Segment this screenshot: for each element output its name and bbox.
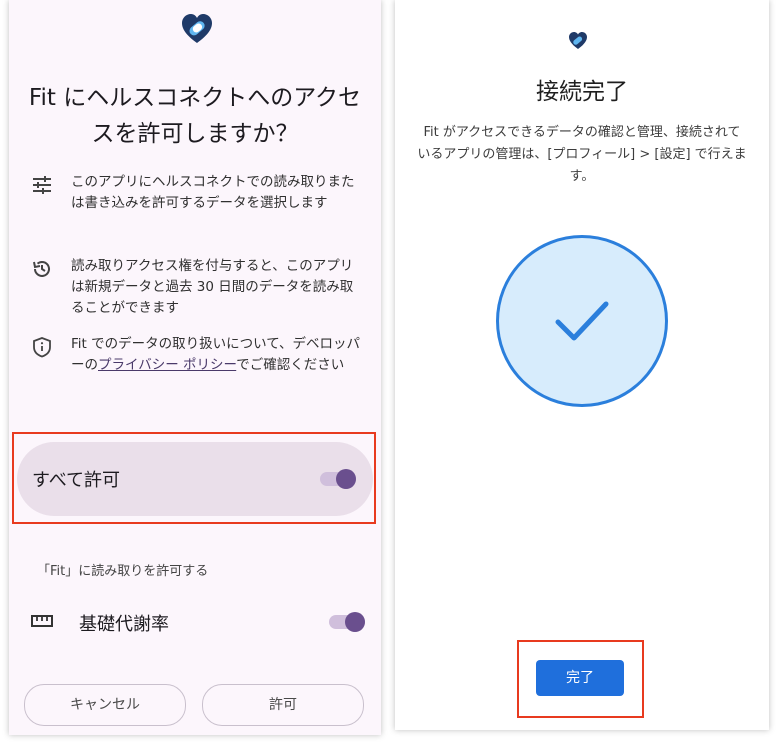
page-title: Fit にヘルスコネクトへのアクセスを許可しますか？ bbox=[28, 85, 362, 147]
info-text-privacy: Fit でのデータの取り扱いについて、デベロッパーのプライバシー ポリシーでご確… bbox=[71, 334, 363, 376]
highlight-allow-all bbox=[12, 432, 376, 524]
health-connect-permission-screen: Fit にヘルスコネクトへのアクセスを許可しますか？ このアプリにヘルスコネクト… bbox=[9, 0, 381, 735]
page-title: 接続完了 bbox=[536, 79, 628, 105]
tune-sliders-icon bbox=[33, 176, 51, 194]
basal-metabolic-rate-toggle[interactable] bbox=[329, 612, 365, 632]
success-circle bbox=[496, 235, 668, 407]
shield-info-icon bbox=[33, 337, 51, 358]
read-permission-section-header: 「Fit」に読み取りを許可する bbox=[37, 564, 209, 579]
cancel-button[interactable]: キャンセル bbox=[24, 684, 186, 726]
check-icon bbox=[555, 301, 609, 341]
toggle-thumb bbox=[345, 612, 365, 632]
permission-row-basal-metabolic-rate[interactable]: 基礎代謝率 bbox=[31, 604, 371, 640]
ruler-icon bbox=[31, 615, 53, 627]
highlight-done-button bbox=[517, 640, 644, 718]
description-text: Fit がアクセスできるデータの確認と管理、接続されているアプリの管理は、[プロ… bbox=[417, 125, 747, 184]
privacy-text-after: でご確認ください bbox=[236, 357, 345, 373]
allow-button[interactable]: 許可 bbox=[202, 684, 364, 726]
history-icon bbox=[33, 260, 50, 277]
connection-complete-screen: 接続完了 Fit がアクセスできるデータの確認と管理、接続されているアプリの管理… bbox=[395, 0, 769, 730]
info-text-select-data: このアプリにヘルスコネクトでの読み取りまたは書き込みを許可するデータを選択します bbox=[71, 174, 355, 211]
info-text-read-history: 読み取りアクセス権を付与すると、このアプリは新規データと過去 30 日間のデータ… bbox=[71, 258, 354, 316]
privacy-policy-link[interactable]: プライバシー ポリシー bbox=[98, 357, 236, 373]
permission-label: 基礎代謝率 bbox=[79, 614, 169, 635]
fit-logo-icon bbox=[569, 32, 587, 49]
health-connect-logo-icon bbox=[182, 14, 212, 43]
